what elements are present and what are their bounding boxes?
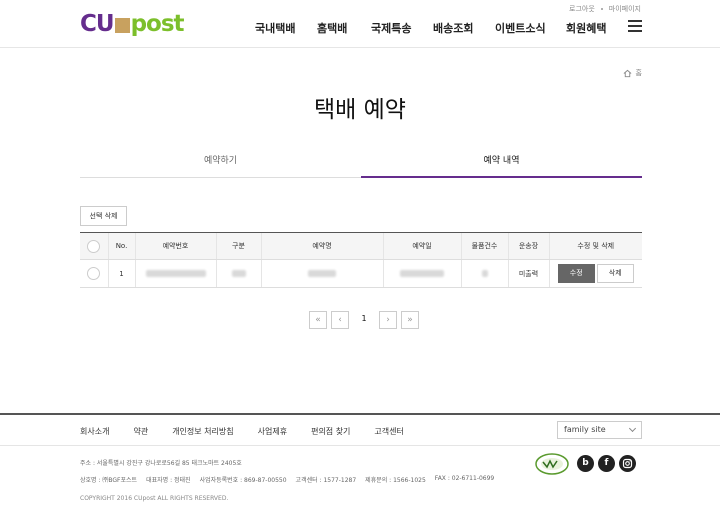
reservation-table: No. 예약번호 구분 예약명 예약일 물품건수 운송장 수정 및 삭제 1 미… xyxy=(80,232,642,288)
prev-page-button[interactable]: ‹ xyxy=(331,311,349,329)
last-page-button[interactable]: » xyxy=(401,311,419,329)
footer-fax: FAX : 02-6711-0699 xyxy=(434,475,495,482)
nav-home-delivery[interactable]: 홈택배 xyxy=(317,20,347,36)
delete-button[interactable]: 삭제 xyxy=(596,264,634,283)
pagination: « ‹ 1 › » xyxy=(309,311,419,329)
footer-links: 회사소개 약관 개인정보 처리방침 사업제휴 편의점 찾기 고객센터 xyxy=(80,426,428,437)
row-item-count xyxy=(460,259,508,288)
col-reservation-number: 예약번호 xyxy=(134,232,216,260)
logout-link[interactable]: 로그아웃 xyxy=(569,4,595,14)
nav-benefits[interactable]: 회원혜택 xyxy=(566,20,606,36)
footer-link-company[interactable]: 회사소개 xyxy=(80,426,109,437)
nav-events[interactable]: 이벤트소식 xyxy=(495,20,546,36)
footer-link-store-finder[interactable]: 편의점 찾기 xyxy=(311,426,350,437)
mypage-link[interactable]: 마이페이지 xyxy=(609,4,641,14)
footer-link-partnership[interactable]: 사업제휴 xyxy=(258,426,287,437)
row-no: 1 xyxy=(107,259,135,288)
row-reservation-name xyxy=(260,259,383,288)
instagram-icon[interactable] xyxy=(619,455,636,472)
redacted-type xyxy=(231,270,246,277)
footer-link-support[interactable]: 고객센터 xyxy=(374,426,403,437)
certification-mark-icon xyxy=(535,453,569,475)
footer-cs-phone: 고객센터 : 1577-1287 xyxy=(295,477,357,484)
col-edit-delete: 수정 및 삭제 xyxy=(548,232,642,260)
blog-icon[interactable]: b xyxy=(577,455,594,472)
table-header-row: No. 예약번호 구분 예약명 예약일 물품건수 운송장 수정 및 삭제 xyxy=(80,232,642,260)
row-actions: 수정 삭제 xyxy=(548,259,642,288)
util-links: 로그아웃 마이페이지 xyxy=(569,4,641,14)
nav-domestic[interactable]: 국내택배 xyxy=(255,20,295,36)
footer-company-name: 상호명 : ㈜BGF포스트 xyxy=(80,477,138,484)
row-checkbox[interactable] xyxy=(87,267,101,280)
family-site-label: family site xyxy=(564,425,606,434)
tab-reserve[interactable]: 예약하기 xyxy=(80,150,361,178)
logo-cu: CU xyxy=(80,11,115,37)
logo-post: post xyxy=(130,11,185,37)
footer-biz-number: 사업자등록번호 : 869-87-00550 xyxy=(199,477,287,484)
first-page-button[interactable]: « xyxy=(309,311,327,329)
logo-box-icon xyxy=(114,17,130,33)
footer-partner-phone: 제휴문의 : 1566-1025 xyxy=(365,477,426,484)
tab-reservation-history[interactable]: 예약 내역 xyxy=(361,150,642,178)
footer-link-terms[interactable]: 약관 xyxy=(133,426,148,437)
copyright: COPYRIGHT 2016 CUpost ALL RIGHTS RESERVE… xyxy=(80,495,229,502)
footer-nav: 회사소개 약관 개인정보 처리방침 사업제휴 편의점 찾기 고객센터 famil… xyxy=(0,413,720,446)
redacted-reservation-name xyxy=(308,270,336,277)
menu-icon[interactable] xyxy=(628,20,642,32)
row-waybill: 미출력 xyxy=(507,259,549,288)
facebook-icon[interactable]: f xyxy=(598,455,615,472)
row-reservation-date xyxy=(382,259,461,288)
next-page-button[interactable]: › xyxy=(379,311,397,329)
col-no: No. xyxy=(107,232,135,260)
home-icon[interactable] xyxy=(623,69,632,78)
breadcrumb: 홈 xyxy=(623,68,642,78)
col-type: 구분 xyxy=(215,232,261,260)
family-site-select[interactable]: family site xyxy=(557,421,642,439)
row-type xyxy=(215,259,261,288)
redacted-reservation-date xyxy=(400,270,444,277)
header: CU post 로그아웃 마이페이지 국내택배 홈택배 국제특송 배송조회 이벤트… xyxy=(0,0,720,48)
page-title: 택배 예약 xyxy=(314,97,406,123)
chevron-down-icon xyxy=(628,424,637,433)
footer-company-info: 상호명 : ㈜BGF포스트 대표자명 : 정태진 사업자등록번호 : 869-8… xyxy=(80,475,503,484)
tab-bar: 예약하기 예약 내역 xyxy=(80,150,642,178)
col-reservation-date: 예약일 xyxy=(382,232,461,260)
edit-button[interactable]: 수정 xyxy=(557,264,595,283)
nav-international[interactable]: 국제특송 xyxy=(371,20,411,36)
select-all-cell xyxy=(80,232,108,260)
separator-dot xyxy=(600,8,603,10)
col-waybill: 운송장 xyxy=(507,232,549,260)
redacted-item-count xyxy=(481,270,488,277)
breadcrumb-home[interactable]: 홈 xyxy=(636,68,642,78)
footer-address: 주소 : 서울특별시 강진구 강나로로56길 85 태크노마트 2405호 xyxy=(80,460,242,467)
footer-link-privacy[interactable]: 개인정보 처리방침 xyxy=(172,426,233,437)
delete-selected-button[interactable]: 선택 삭제 xyxy=(80,206,127,226)
nav-tracking[interactable]: 배송조회 xyxy=(433,20,473,36)
table-row: 1 미출력 수정 삭제 xyxy=(80,259,642,288)
page-number[interactable]: 1 xyxy=(353,311,375,329)
col-reservation-name: 예약명 xyxy=(260,232,383,260)
footer-ceo: 대표자명 : 정태진 xyxy=(146,477,191,484)
row-reservation-number xyxy=(134,259,216,288)
col-item-count: 물품건수 xyxy=(460,232,508,260)
logo[interactable]: CU post xyxy=(80,10,185,38)
select-all-checkbox[interactable] xyxy=(87,239,101,253)
row-select-cell xyxy=(80,259,108,288)
redacted-reservation-number xyxy=(145,270,206,277)
